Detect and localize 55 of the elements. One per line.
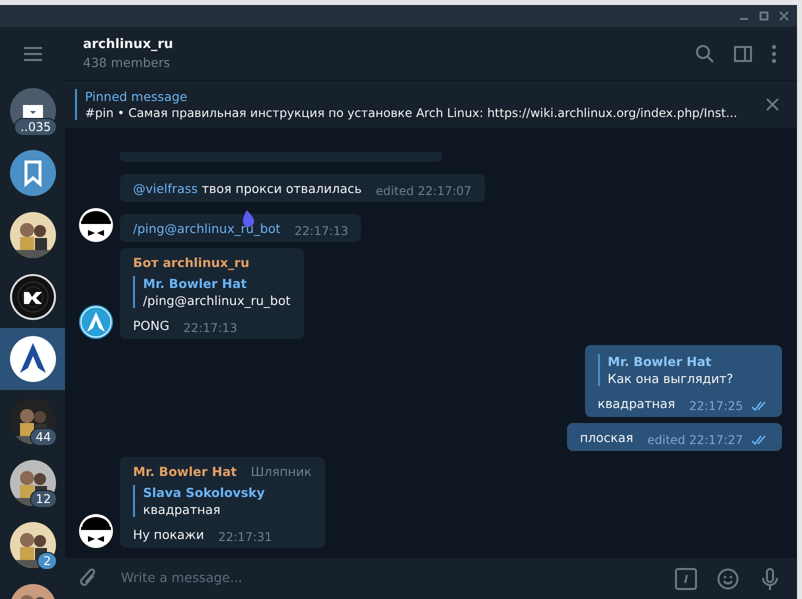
message-time: 22:17:13	[294, 224, 348, 238]
message-text: Ну покажи	[133, 527, 204, 542]
chat-title: archlinux_ru	[83, 37, 174, 52]
bowler-hat-avatar-icon	[79, 208, 113, 242]
message-time: edited 22:17:07	[376, 184, 472, 198]
microphone-icon[interactable]	[759, 568, 781, 590]
message-time: 22:17:13	[183, 321, 238, 335]
reply-quote[interactable]: Mr. Bowler Hat /ping@archlinux_ru_bot	[133, 276, 291, 308]
chat-item[interactable]	[0, 328, 65, 390]
arch-logo-icon	[79, 305, 113, 339]
side-panel-icon[interactable]	[733, 44, 753, 64]
message-text: квадратная	[598, 396, 676, 411]
reply-quote[interactable]: Slava Sokolovsky квадратная	[133, 485, 312, 517]
message-time: edited 22:17:27	[647, 433, 743, 447]
unread-badge: 44	[30, 428, 57, 446]
reply-author: Mr. Bowler Hat	[608, 354, 712, 369]
arch-logo-icon	[10, 336, 56, 382]
vinyl-icon	[10, 274, 56, 320]
reply-text: Как она выглядит?	[608, 371, 734, 386]
chat-item[interactable]: ..035	[0, 80, 65, 142]
sender-name: Бот archlinux_ru	[133, 255, 250, 270]
message-time: 22:17:25	[689, 399, 743, 413]
unread-badge: ..035	[14, 118, 57, 136]
search-icon[interactable]	[695, 44, 715, 64]
message-time: 22:17:31	[218, 530, 272, 544]
message-input[interactable]: Write a message...	[119, 570, 655, 587]
member-count: 438 members	[83, 55, 172, 70]
sender-name: Mr. Bowler Hat	[133, 464, 237, 479]
close-icon[interactable]	[779, 11, 789, 21]
chat-item[interactable]: 12	[0, 452, 65, 514]
emoji-icon[interactable]	[717, 568, 739, 590]
more-icon[interactable]	[771, 44, 777, 64]
command-link[interactable]: /ping@archlinux_ru_bot	[133, 221, 281, 236]
mention-link[interactable]: @vielfrass	[133, 181, 198, 196]
menu-icon[interactable]	[24, 46, 42, 60]
pinned-text: #pin • Самая правильная инструкция по установке Arch Linux: https://wiki.archlinux.org/index.php/Inst...	[85, 106, 738, 120]
command-icon[interactable]	[675, 568, 697, 590]
pinned-label: Pinned message	[85, 89, 188, 104]
pinned-message-bar[interactable]: Pinned message #pin • Самая правильная инструкция по установке Arch Linux: https://wiki.archlinux.org/index.php/Inst...	[65, 80, 797, 128]
maximize-icon[interactable]	[759, 11, 769, 21]
message-text: твоя прокси отвалилась	[202, 181, 362, 196]
message-text: PONG	[133, 318, 170, 333]
chat-item[interactable]: 44	[0, 390, 65, 452]
reply-quote[interactable]: Mr. Bowler Hat Как она выглядит?	[598, 354, 769, 386]
reply-author: Mr. Bowler Hat	[143, 276, 248, 291]
bowler-hat-avatar-icon	[79, 514, 113, 548]
reply-text: квадратная	[143, 502, 222, 517]
unread-badge: 12	[30, 490, 57, 508]
close-icon[interactable]	[766, 98, 779, 111]
unread-badge: 2	[37, 552, 57, 570]
bookmark-icon	[10, 150, 56, 196]
reply-text: /ping@archlinux_ru_bot	[143, 293, 291, 308]
reply-author: Slava Sokolovsky	[143, 485, 266, 500]
message-text: плоская	[580, 430, 634, 445]
member-title: Шляпник	[250, 464, 312, 479]
